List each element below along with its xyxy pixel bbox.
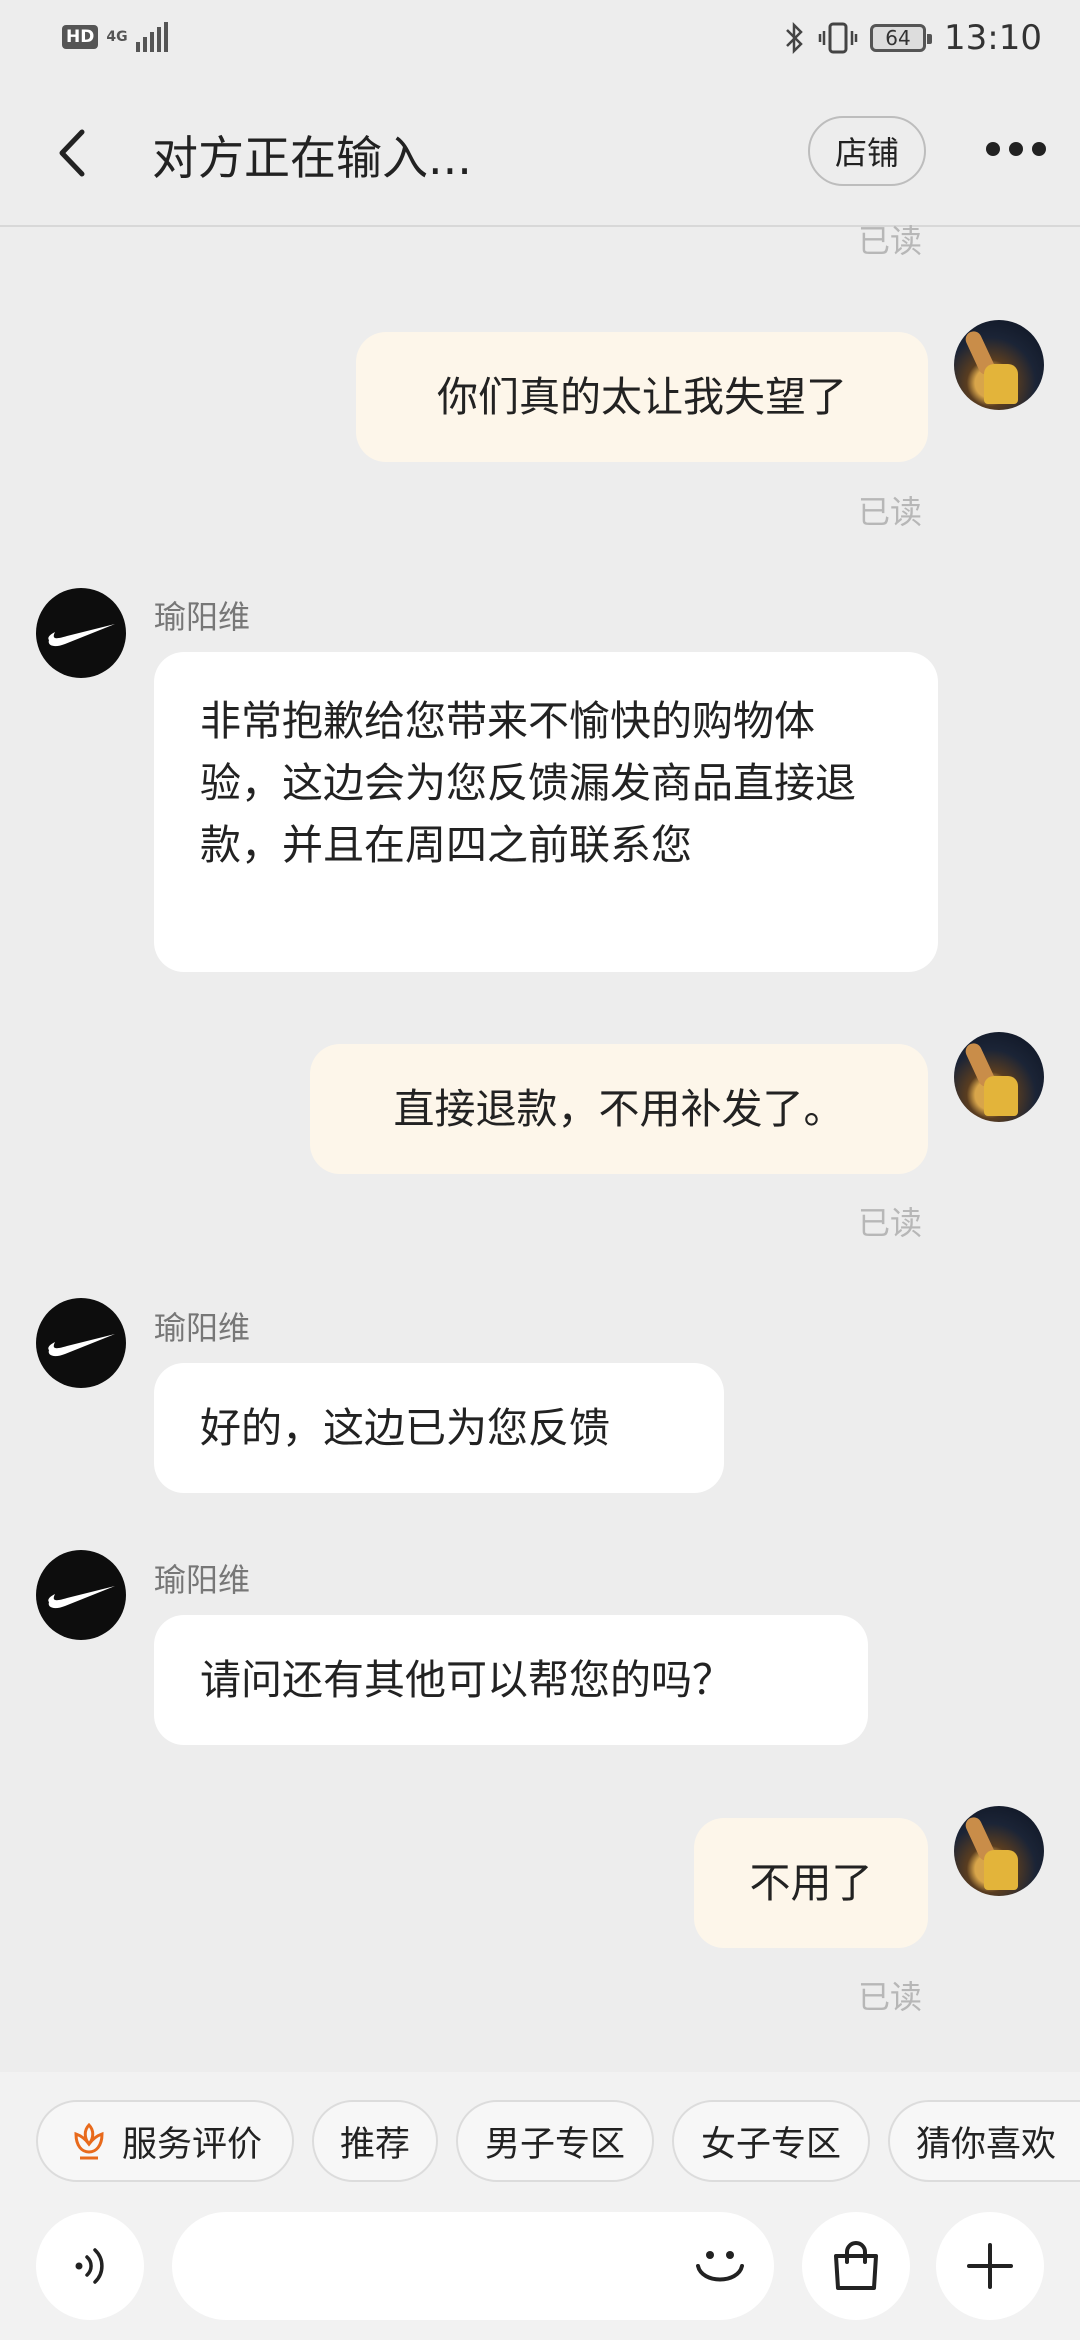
message-bubble-incoming[interactable]: 好的，这边已为您反馈 [154, 1363, 724, 1493]
input-bar [0, 2212, 1080, 2340]
message-bubble-incoming[interactable]: 非常抱歉给您带来不愉快的购物体验，这边会为您反馈漏发商品直接退款，并且在周四之前… [154, 652, 938, 972]
message-text: 请问还有其他可以帮您的吗？ [200, 1656, 733, 1704]
battery-level: 64 [885, 26, 911, 50]
message-bubble-outgoing[interactable]: 你们真的太让我失望了 [356, 332, 928, 462]
network-type: 4G [106, 29, 128, 45]
signal-icon [135, 22, 168, 52]
read-receipt: 已读 [858, 493, 923, 531]
quick-reply-men[interactable]: 男子专区 [456, 2100, 654, 2182]
quick-reply-label: 服务评价 [121, 2124, 262, 2165]
message-text: 不用了 [749, 1859, 873, 1907]
message-text: 直接退款，不用补发了。 [393, 1085, 845, 1133]
message-text: 好的，这边已为您反馈 [200, 1404, 610, 1452]
status-right: 64 13:10 [784, 18, 1042, 58]
read-receipt: 已读 [858, 222, 923, 260]
more-menu-icon[interactable] [986, 142, 1046, 156]
chat-header: 对方正在输入... 店铺 [0, 80, 1080, 227]
shop-avatar[interactable] [36, 588, 126, 678]
plus-icon [967, 2243, 1013, 2289]
status-bar: HD 4G 64 13:10 [0, 0, 1080, 80]
chat-title: 对方正在输入... [152, 131, 472, 185]
sender-name: 瑜阳维 [154, 1561, 251, 1599]
battery-indicator: 64 [870, 24, 933, 52]
voice-icon [75, 2248, 104, 2284]
quick-reply-label: 男子专区 [484, 2124, 625, 2165]
bluetooth-icon [786, 21, 803, 55]
read-receipt: 已读 [858, 1204, 923, 1242]
quick-reply-guess-you-like[interactable]: 猜你喜欢 [888, 2100, 1080, 2182]
quick-reply-service-rating[interactable]: 服务评价 [36, 2100, 294, 2182]
quick-reply-label: 推荐 [339, 2124, 410, 2165]
swoosh-logo-icon [48, 1586, 116, 1609]
quick-reply-label: 女子专区 [700, 2124, 841, 2165]
message-text: 非常抱歉给您带来不愉快的购物体验，这边会为您反馈漏发商品直接退款，并且在周四之前… [200, 697, 856, 869]
quick-reply-women[interactable]: 女子专区 [672, 2100, 870, 2182]
sender-name: 瑜阳维 [154, 598, 251, 636]
quick-reply-label: 猜你喜欢 [916, 2124, 1057, 2165]
message-input[interactable] [172, 2212, 774, 2320]
back-arrow-icon[interactable] [52, 118, 92, 188]
shop-button[interactable]: 店铺 [808, 116, 926, 186]
user-avatar[interactable] [954, 1806, 1044, 1896]
message-bubble-outgoing[interactable]: 不用了 [694, 1818, 928, 1948]
message-text: 你们真的太让我失望了 [437, 373, 847, 421]
shopping-bag-icon [834, 2241, 878, 2290]
quick-reply-recommend[interactable]: 推荐 [312, 2100, 438, 2182]
clock: 13:10 [944, 18, 1042, 58]
swoosh-logo-icon [48, 1334, 116, 1357]
message-bubble-incoming[interactable]: 请问还有其他可以帮您的吗？ [154, 1615, 868, 1745]
user-avatar[interactable] [954, 320, 1044, 410]
swoosh-logo-icon [48, 624, 116, 647]
shop-avatar[interactable] [36, 1298, 126, 1388]
voice-button[interactable] [36, 2212, 144, 2320]
hd-badge: HD [62, 25, 99, 49]
user-avatar[interactable] [954, 1032, 1044, 1122]
status-left: HD 4G [62, 22, 170, 52]
flower-icon [74, 2122, 104, 2160]
read-receipt: 已读 [858, 1978, 923, 2016]
vibrate-icon [818, 22, 858, 54]
message-bubble-outgoing[interactable]: 直接退款，不用补发了。 [310, 1044, 928, 1174]
emoji-icon[interactable] [690, 2236, 750, 2296]
more-options-button[interactable] [936, 2212, 1044, 2320]
products-button[interactable] [802, 2212, 910, 2320]
shop-avatar[interactable] [36, 1550, 126, 1640]
quick-reply-bar: 服务评价 推荐 男子专区 女子专区 猜你喜欢 [0, 2072, 1080, 2212]
sender-name: 瑜阳维 [154, 1309, 251, 1347]
